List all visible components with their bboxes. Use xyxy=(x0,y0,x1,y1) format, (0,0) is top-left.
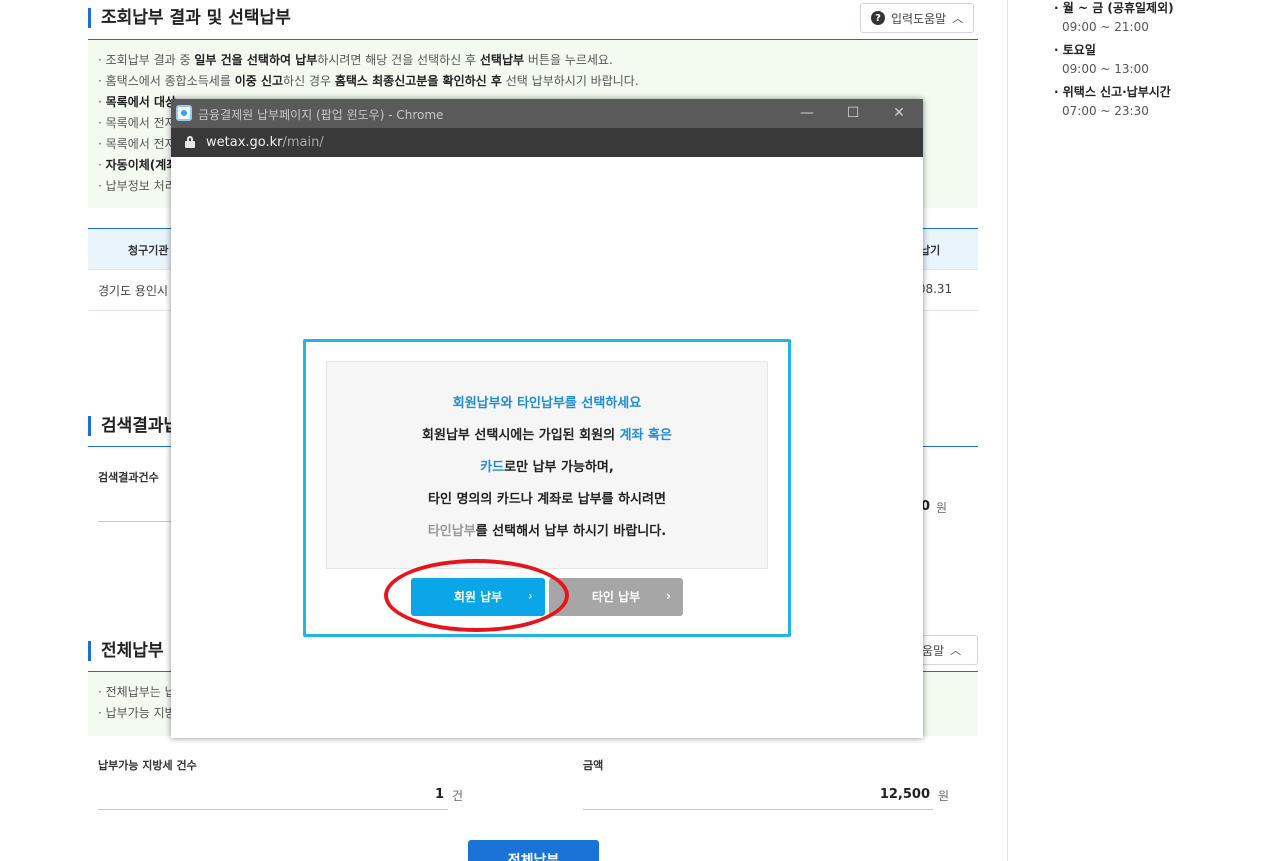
notice-line: · 목록에서 대상 xyxy=(98,95,177,109)
input-help-button[interactable]: ? 입력도움말 ︿ xyxy=(860,3,975,33)
schedule-time-weekday: 09:00 ~ 21:00 xyxy=(1062,20,1149,34)
notice-line: · 목록에서 전자 xyxy=(98,137,176,151)
table-header-agency: 청구기관 xyxy=(128,244,169,257)
notice-line: · 납부정보 처리 xyxy=(98,179,176,193)
lock-icon xyxy=(185,136,195,148)
section-title-inquiry-result: 조회납부 결과 및 선택납부 xyxy=(88,8,291,28)
field-underline xyxy=(98,521,178,522)
question-icon: ? xyxy=(871,11,885,25)
app-icon xyxy=(176,105,192,121)
annotation-circle xyxy=(384,559,569,632)
count-unit: 건 xyxy=(452,789,464,803)
other-payment-button[interactable]: 타인 납부 › xyxy=(549,578,683,616)
help-button-label: 입력도움말 xyxy=(891,11,947,26)
notice-line: · 홈택스에서 종합소득세를 이중 신고하신 경우 홈택스 최종신고분을 확인하… xyxy=(98,74,639,88)
notice-line: · 납부가능 지방 xyxy=(98,706,176,720)
count-value: 1 xyxy=(434,787,444,802)
chevron-up-icon: ︿ xyxy=(952,12,964,25)
amount-unit: 원 xyxy=(938,789,950,803)
close-icon[interactable]: ✕ xyxy=(884,103,914,123)
amount-value: 12,500 xyxy=(879,787,930,802)
dialog-message-box: 회원납부와 타인납부를 선택하세요 회원납부 선택시에는 가입된 회원의 계좌 … xyxy=(326,361,768,569)
dialog-message-line: 타인납부를 선택해서 납부 하시기 바랍니다. xyxy=(427,524,667,539)
popup-window-title: 금융결제원 납부페이지 (팝업 윈도우) - Chrome xyxy=(198,108,444,122)
schedule-title-wetax: · 위택스 신고·납부시간 xyxy=(1054,85,1171,99)
search-amount-unit: 원 xyxy=(936,501,948,515)
section-title-search-result: 검색결과납 xyxy=(88,416,179,436)
notice-line: · 자동이체(계좌 xyxy=(98,158,178,172)
notice-line: · 조회납부 결과 중 일부 건을 선택하여 납부하시려면 해당 건을 선택하신… xyxy=(98,53,613,67)
search-count-label: 검색결과건수 xyxy=(98,471,159,484)
field-underline xyxy=(583,809,933,810)
minimize-icon[interactable]: — xyxy=(792,103,822,123)
notice-line: · 목록에서 전자 xyxy=(98,116,176,130)
section-title-pay-all: 전체납부 xyxy=(88,641,164,661)
schedule-title-saturday: · 토요일 xyxy=(1054,43,1096,57)
dialog-message-line: 카드로만 납부 가능하며, xyxy=(480,460,614,475)
dialog-message-line: 회원납부 선택시에는 가입된 회원의 계좌 혹은 xyxy=(422,428,672,443)
field-underline xyxy=(98,809,448,810)
dialog-message-line: 타인 명의의 카드나 계좌로 납부를 하시려면 xyxy=(428,492,666,507)
dialog-heading: 회원납부와 타인납부를 선택하세요 xyxy=(452,396,642,411)
payment-popup-window: 금융결제원 납부페이지 (팝업 윈도우) - Chrome — ☐ ✕ weta… xyxy=(171,99,923,738)
sidebar-divider xyxy=(1007,0,1008,861)
table-header-due: 납기 xyxy=(920,244,941,257)
chevron-up-icon: ︿ xyxy=(950,644,962,657)
popup-titlebar[interactable]: 금융결제원 납부페이지 (팝업 윈도우) - Chrome — ☐ ✕ xyxy=(171,99,923,128)
chevron-right-icon: › xyxy=(666,589,671,603)
count-label: 납부가능 지방세 건수 xyxy=(98,759,197,772)
popup-url: wetax.go.kr/main/ xyxy=(206,135,324,150)
schedule-title-weekday: · 월 ~ 금 (공휴일제외) xyxy=(1054,1,1174,15)
popup-address-bar[interactable]: wetax.go.kr/main/ xyxy=(171,128,923,157)
amount-label: 금액 xyxy=(583,759,604,772)
schedule-time-wetax: 07:00 ~ 23:30 xyxy=(1062,104,1149,118)
schedule-time-saturday: 09:00 ~ 13:00 xyxy=(1062,62,1149,76)
row-agency: 경기도 용인시 xyxy=(98,284,169,298)
pay-all-button[interactable]: 전체납부 xyxy=(468,840,599,861)
maximize-icon[interactable]: ☐ xyxy=(838,103,868,123)
other-payment-label: 타인 납부 xyxy=(591,590,641,604)
notice-line: · 전체납부는 납 xyxy=(98,685,176,699)
